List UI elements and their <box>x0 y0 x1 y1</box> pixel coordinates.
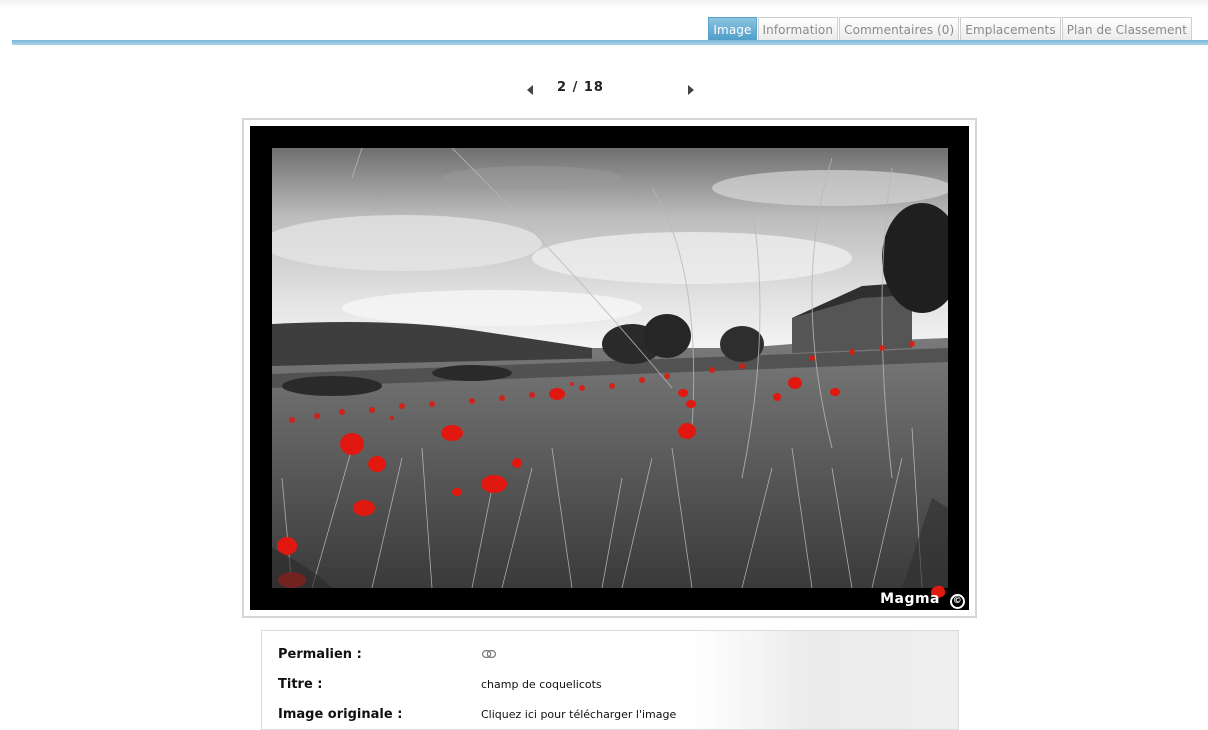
permalink-label: Permalien : <box>278 647 362 662</box>
permalink-row: Permalien : <box>278 647 938 665</box>
copyright-icon: © <box>950 594 965 609</box>
tab-bar: Image Information Commentaires (0) Empla… <box>0 0 1208 48</box>
tab-plan-de-classement[interactable]: Plan de Classement <box>1061 17 1192 41</box>
title-label: Titre : <box>278 677 323 692</box>
title-value: champ de coquelicots <box>481 678 602 691</box>
tab-emplacements[interactable]: Emplacements <box>960 17 1061 41</box>
original-image-row: Image originale : Cliquez ici pour téléc… <box>278 707 938 725</box>
tab-list: Image Information Commentaires (0) Empla… <box>707 17 1192 41</box>
title-row: Titre : champ de coquelicots <box>278 677 938 695</box>
next-arrow-icon[interactable] <box>688 85 694 95</box>
photo-frame: Magma © <box>242 118 977 618</box>
download-original-link[interactable]: Cliquez ici pour télécharger l'image <box>481 708 676 721</box>
tab-image[interactable]: Image <box>708 17 757 41</box>
photo-poppy-field[interactable] <box>272 148 948 588</box>
tab-underline <box>12 40 1208 45</box>
tab-bar-background <box>0 0 1208 8</box>
original-image-label: Image originale : <box>278 707 403 722</box>
image-pager: 2 / 18 <box>0 80 1208 100</box>
image-counter: 2 / 18 <box>557 80 604 95</box>
photo-watermark: Magma © <box>880 591 965 609</box>
tab-commentaires[interactable]: Commentaires (0) <box>839 17 960 41</box>
previous-arrow-icon[interactable] <box>527 85 533 95</box>
photo-border: Magma © <box>250 126 969 610</box>
chain-link-icon[interactable] <box>482 650 496 658</box>
image-info-panel: Permalien : Titre : champ de coquelicots… <box>261 630 959 730</box>
tab-information[interactable]: Information <box>757 17 839 41</box>
watermark-text: Magma <box>880 591 940 607</box>
